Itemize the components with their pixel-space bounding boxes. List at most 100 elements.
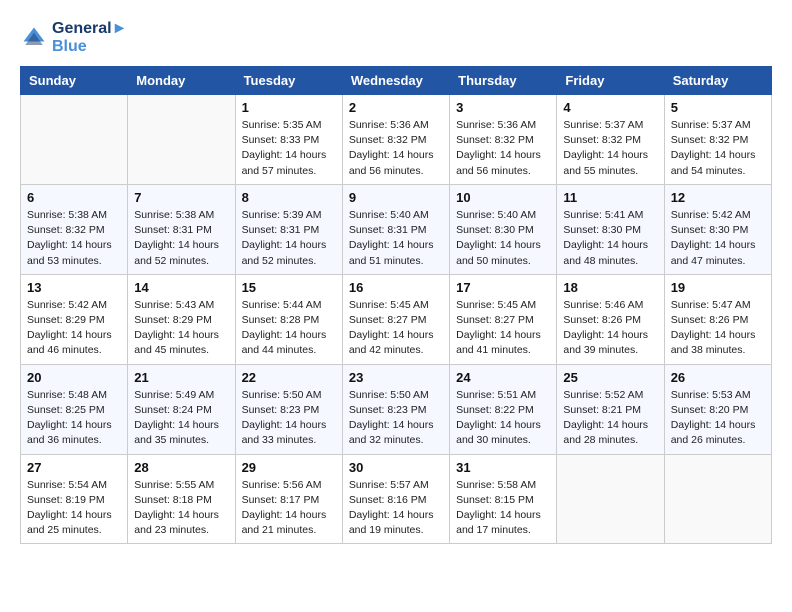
calendar-day-cell: 18 Sunrise: 5:46 AM Sunset: 8:26 PM Dayli… (557, 274, 664, 364)
day-number: 8 (242, 190, 336, 205)
calendar-day-cell: 19Sunrise: 5:47 AM Sunset: 8:26 PM Dayli… (664, 274, 771, 364)
calendar-day-cell: 1 Sunrise: 5:35 AM Sunset: 8:33 PM Daylig… (235, 95, 342, 185)
day-number: 11 (563, 190, 657, 205)
day-number: 31 (456, 460, 550, 475)
calendar-week-row: 6 Sunrise: 5:38 AM Sunset: 8:32 PM Daylig… (21, 184, 772, 274)
day-number: 28 (134, 460, 228, 475)
day-info: Sunrise: 5:40 AM Sunset: 8:30 PM Dayligh… (456, 208, 550, 269)
day-info: Sunrise: 5:38 AM Sunset: 8:32 PM Dayligh… (27, 208, 121, 269)
calendar-day-cell: 26 Sunrise: 5:53 AM Sunset: 8:20 PM Dayli… (664, 364, 771, 454)
day-info: Sunrise: 5:54 AM Sunset: 8:19 PM Dayligh… (27, 478, 121, 539)
calendar-day-cell (557, 454, 664, 544)
calendar-day-cell: 10 Sunrise: 5:40 AM Sunset: 8:30 PM Dayli… (450, 184, 557, 274)
day-info: Sunrise: 5:38 AM Sunset: 8:31 PM Dayligh… (134, 208, 228, 269)
day-number: 17 (456, 280, 550, 295)
day-info: Sunrise: 5:55 AM Sunset: 8:18 PM Dayligh… (134, 478, 228, 539)
logo-text: General► Blue (52, 20, 127, 56)
day-info: Sunrise: 5:45 AM Sunset: 8:27 PM Dayligh… (456, 298, 550, 359)
day-info: Sunrise: 5:43 AM Sunset: 8:29 PM Dayligh… (134, 298, 228, 359)
day-of-week-header: Sunday (21, 67, 128, 95)
day-number: 25 (563, 370, 657, 385)
calendar-week-row: 20 Sunrise: 5:48 AM Sunset: 8:25 PM Dayli… (21, 364, 772, 454)
calendar-day-cell: 30 Sunrise: 5:57 AM Sunset: 8:16 PM Dayli… (342, 454, 449, 544)
day-number: 22 (242, 370, 336, 385)
calendar-day-cell: 5 Sunrise: 5:37 AM Sunset: 8:32 PM Daylig… (664, 95, 771, 185)
calendar-day-cell: 8 Sunrise: 5:39 AM Sunset: 8:31 PM Daylig… (235, 184, 342, 274)
calendar-day-cell: 23Sunrise: 5:50 AM Sunset: 8:23 PM Dayli… (342, 364, 449, 454)
calendar-day-cell: 4 Sunrise: 5:37 AM Sunset: 8:32 PM Daylig… (557, 95, 664, 185)
day-info: Sunrise: 5:58 AM Sunset: 8:15 PM Dayligh… (456, 478, 550, 539)
day-info: Sunrise: 5:37 AM Sunset: 8:32 PM Dayligh… (671, 118, 765, 179)
day-info: Sunrise: 5:46 AM Sunset: 8:26 PM Dayligh… (563, 298, 657, 359)
day-info: Sunrise: 5:37 AM Sunset: 8:32 PM Dayligh… (563, 118, 657, 179)
calendar: SundayMondayTuesdayWednesdayThursdayFrid… (20, 66, 772, 544)
day-of-week-header: Saturday (664, 67, 771, 95)
day-of-week-header: Monday (128, 67, 235, 95)
calendar-day-cell: 25 Sunrise: 5:52 AM Sunset: 8:21 PM Dayli… (557, 364, 664, 454)
day-number: 7 (134, 190, 228, 205)
day-of-week-header: Tuesday (235, 67, 342, 95)
logo-icon (20, 24, 48, 52)
calendar-day-cell (128, 95, 235, 185)
day-info: Sunrise: 5:51 AM Sunset: 8:22 PM Dayligh… (456, 388, 550, 449)
day-number: 1 (242, 100, 336, 115)
day-number: 21 (134, 370, 228, 385)
calendar-day-cell: 27 Sunrise: 5:54 AM Sunset: 8:19 PM Dayli… (21, 454, 128, 544)
day-number: 15 (242, 280, 336, 295)
day-info: Sunrise: 5:40 AM Sunset: 8:31 PM Dayligh… (349, 208, 443, 269)
calendar-week-row: 27 Sunrise: 5:54 AM Sunset: 8:19 PM Dayli… (21, 454, 772, 544)
day-number: 6 (27, 190, 121, 205)
calendar-day-cell (664, 454, 771, 544)
day-info: Sunrise: 5:49 AM Sunset: 8:24 PM Dayligh… (134, 388, 228, 449)
day-number: 14 (134, 280, 228, 295)
day-info: Sunrise: 5:53 AM Sunset: 8:20 PM Dayligh… (671, 388, 765, 449)
day-info: Sunrise: 5:36 AM Sunset: 8:32 PM Dayligh… (349, 118, 443, 179)
day-info: Sunrise: 5:45 AM Sunset: 8:27 PM Dayligh… (349, 298, 443, 359)
day-number: 27 (27, 460, 121, 475)
day-number: 29 (242, 460, 336, 475)
day-info: Sunrise: 5:57 AM Sunset: 8:16 PM Dayligh… (349, 478, 443, 539)
day-info: Sunrise: 5:47 AM Sunset: 8:26 PM Dayligh… (671, 298, 765, 359)
calendar-day-cell: 9 Sunrise: 5:40 AM Sunset: 8:31 PM Daylig… (342, 184, 449, 274)
day-number: 3 (456, 100, 550, 115)
calendar-day-cell: 13 Sunrise: 5:42 AM Sunset: 8:29 PM Dayli… (21, 274, 128, 364)
calendar-day-cell: 16Sunrise: 5:45 AM Sunset: 8:27 PM Dayli… (342, 274, 449, 364)
day-info: Sunrise: 5:35 AM Sunset: 8:33 PM Dayligh… (242, 118, 336, 179)
calendar-week-row: 13 Sunrise: 5:42 AM Sunset: 8:29 PM Dayli… (21, 274, 772, 364)
day-info: Sunrise: 5:56 AM Sunset: 8:17 PM Dayligh… (242, 478, 336, 539)
calendar-day-cell: 31 Sunrise: 5:58 AM Sunset: 8:15 PM Dayli… (450, 454, 557, 544)
calendar-day-cell: 20 Sunrise: 5:48 AM Sunset: 8:25 PM Dayli… (21, 364, 128, 454)
calendar-week-row: 1 Sunrise: 5:35 AM Sunset: 8:33 PM Daylig… (21, 95, 772, 185)
day-info: Sunrise: 5:44 AM Sunset: 8:28 PM Dayligh… (242, 298, 336, 359)
day-info: Sunrise: 5:42 AM Sunset: 8:29 PM Dayligh… (27, 298, 121, 359)
day-info: Sunrise: 5:52 AM Sunset: 8:21 PM Dayligh… (563, 388, 657, 449)
calendar-day-cell: 3Sunrise: 5:36 AM Sunset: 8:32 PM Daylig… (450, 95, 557, 185)
day-number: 10 (456, 190, 550, 205)
calendar-day-cell: 6 Sunrise: 5:38 AM Sunset: 8:32 PM Daylig… (21, 184, 128, 274)
day-number: 5 (671, 100, 765, 115)
calendar-day-cell: 11Sunrise: 5:41 AM Sunset: 8:30 PM Dayli… (557, 184, 664, 274)
day-number: 30 (349, 460, 443, 475)
calendar-day-cell: 29 Sunrise: 5:56 AM Sunset: 8:17 PM Dayli… (235, 454, 342, 544)
calendar-day-cell: 22 Sunrise: 5:50 AM Sunset: 8:23 PM Dayli… (235, 364, 342, 454)
day-number: 20 (27, 370, 121, 385)
day-info: Sunrise: 5:39 AM Sunset: 8:31 PM Dayligh… (242, 208, 336, 269)
logo: General► Blue (20, 20, 127, 56)
calendar-day-cell: 24 Sunrise: 5:51 AM Sunset: 8:22 PM Dayli… (450, 364, 557, 454)
day-number: 13 (27, 280, 121, 295)
calendar-day-cell: 12Sunrise: 5:42 AM Sunset: 8:30 PM Dayli… (664, 184, 771, 274)
page-header: General► Blue (20, 20, 772, 56)
day-info: Sunrise: 5:48 AM Sunset: 8:25 PM Dayligh… (27, 388, 121, 449)
day-info: Sunrise: 5:42 AM Sunset: 8:30 PM Dayligh… (671, 208, 765, 269)
calendar-day-cell: 21 Sunrise: 5:49 AM Sunset: 8:24 PM Dayli… (128, 364, 235, 454)
day-number: 4 (563, 100, 657, 115)
day-number: 18 (563, 280, 657, 295)
calendar-day-cell: 17 Sunrise: 5:45 AM Sunset: 8:27 PM Dayli… (450, 274, 557, 364)
day-number: 2 (349, 100, 443, 115)
day-of-week-header: Friday (557, 67, 664, 95)
day-info: Sunrise: 5:50 AM Sunset: 8:23 PM Dayligh… (349, 388, 443, 449)
day-number: 26 (671, 370, 765, 385)
day-info: Sunrise: 5:50 AM Sunset: 8:23 PM Dayligh… (242, 388, 336, 449)
day-number: 9 (349, 190, 443, 205)
day-number: 24 (456, 370, 550, 385)
